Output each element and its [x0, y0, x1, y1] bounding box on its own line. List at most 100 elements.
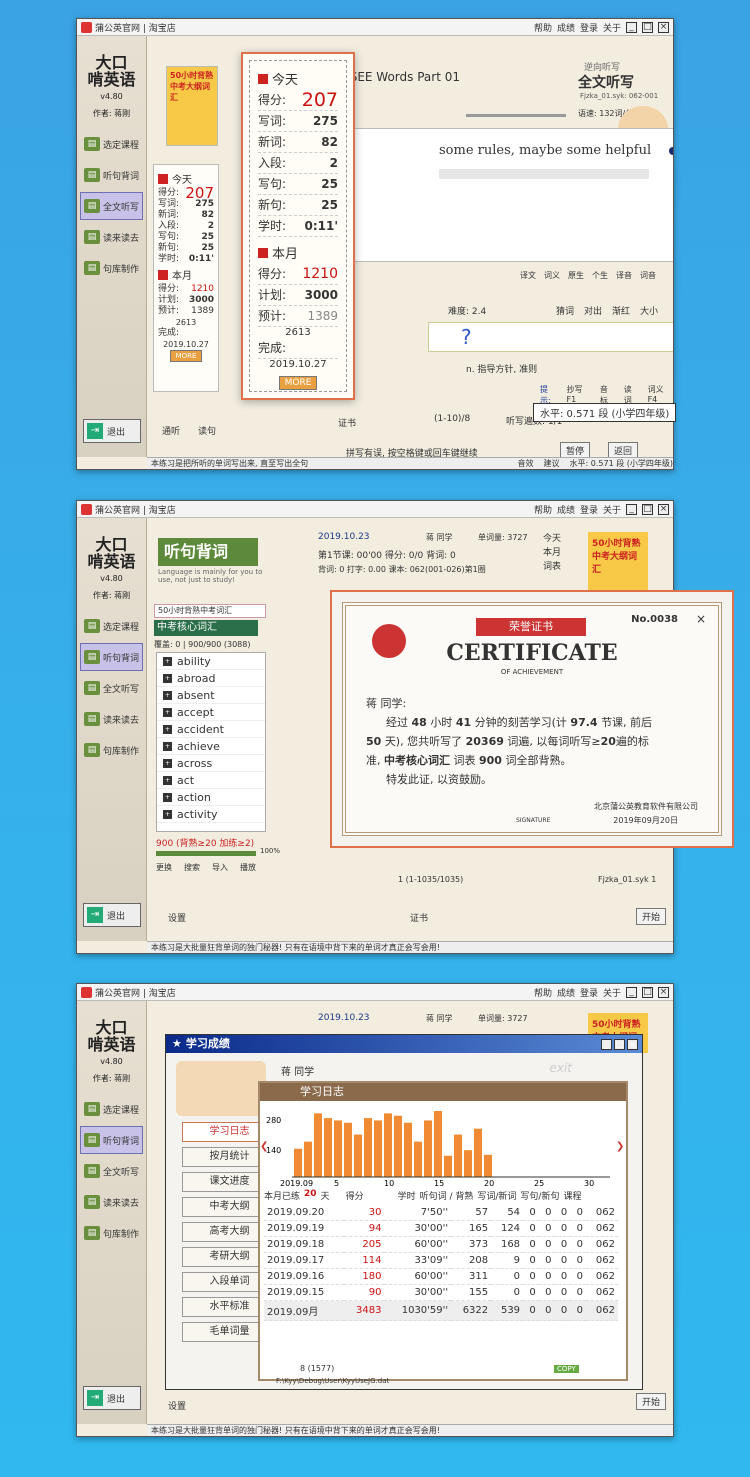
chart-prev-arrow[interactable]: ❮: [260, 1141, 268, 1152]
speed-slider[interactable]: [466, 114, 566, 117]
minimize-button[interactable]: _: [626, 504, 637, 515]
exit-button[interactable]: ⇥ 退出: [83, 419, 141, 443]
copy-button[interactable]: COPY: [554, 1365, 579, 1373]
exit-link[interactable]: exit: [549, 1061, 572, 1075]
tab-vocab[interactable]: 词表: [543, 560, 561, 574]
opt-trans-audio[interactable]: 译音: [616, 270, 632, 281]
list-item[interactable]: + accept: [157, 704, 265, 721]
maximize-button[interactable]: □: [642, 22, 653, 33]
app-title[interactable]: 蒲公英官网 | 淘宝店: [95, 986, 176, 999]
list-item[interactable]: + abroad: [157, 670, 265, 687]
radio-guess[interactable]: 猜词: [556, 304, 574, 317]
nav-read[interactable]: ▤ 读来读去: [80, 705, 143, 733]
play-button[interactable]: 播放: [240, 862, 256, 873]
status-suggest[interactable]: 建议: [544, 458, 560, 469]
status-sound[interactable]: 音效: [518, 458, 534, 469]
menu-login[interactable]: 登录: [580, 503, 598, 516]
menu-score[interactable]: 成绩: [557, 21, 575, 34]
list-item[interactable]: + action: [157, 789, 265, 806]
close-button[interactable]: ×: [658, 987, 669, 998]
nav-sentence-lib[interactable]: ▤ 句库制作: [80, 736, 143, 764]
exit-button[interactable]: ⇥ 退出: [83, 1386, 141, 1410]
list-item[interactable]: + ability: [157, 653, 265, 670]
table-row[interactable]: 2019.09.19 94 30'00'' 165 124 0 0 0 0 062: [264, 1220, 618, 1237]
dictation-area[interactable]: some rules, maybe some helpful: [348, 128, 673, 262]
table-row[interactable]: 2019.09.20 30 7'50'' 57 54 0 0 0 0 062: [264, 1205, 618, 1221]
maximize-button[interactable]: □: [642, 504, 653, 515]
app-title[interactable]: 蒲公英官网 | 淘宝店: [95, 21, 176, 34]
nav-select-course[interactable]: ▤ 选定课程: [80, 1095, 143, 1123]
cert-button[interactable]: 证书: [338, 416, 356, 429]
listen-button[interactable]: 通听: [162, 424, 180, 437]
opt-meaning[interactable]: 词义: [544, 270, 560, 281]
menu-login[interactable]: 登录: [580, 21, 598, 34]
opt-translation[interactable]: 译文: [520, 270, 536, 281]
menu-score[interactable]: 成绩: [557, 986, 575, 999]
answer-input[interactable]: ?: [428, 322, 673, 352]
cert-button[interactable]: 证书: [410, 911, 428, 924]
menu-score[interactable]: 成绩: [557, 503, 575, 516]
nav-select-course[interactable]: ▤ 选定课程: [80, 612, 143, 640]
nav-listen-recite[interactable]: ▤ 听句背词: [80, 643, 143, 671]
tab-today[interactable]: 今天: [543, 532, 561, 546]
change-button[interactable]: 更换: [156, 862, 172, 873]
nav-listen-recite[interactable]: ▤ 听句背词: [80, 161, 143, 189]
close-button[interactable]: ×: [627, 1038, 638, 1050]
start-button[interactable]: 开始: [636, 1393, 667, 1410]
nav-dictation[interactable]: ▤ 全文听写: [80, 1157, 143, 1185]
close-button[interactable]: ×: [658, 22, 669, 33]
book-tab[interactable]: 50小时背熟中考词汇: [154, 604, 266, 618]
more-button[interactable]: MORE: [169, 350, 203, 362]
menu-about[interactable]: 关于: [603, 503, 621, 516]
core-vocab-tab[interactable]: 中考核心词汇: [154, 620, 258, 636]
opt-raw[interactable]: 原生: [568, 270, 584, 281]
book-cover[interactable]: 50小时背熟 中考大纲词汇: [166, 66, 218, 146]
radio-match[interactable]: 对出: [584, 304, 602, 317]
menu-about[interactable]: 关于: [603, 986, 621, 999]
menu-about[interactable]: 关于: [603, 21, 621, 34]
minimize-button[interactable]: _: [626, 987, 637, 998]
settings-button[interactable]: 设置: [168, 911, 186, 924]
list-item[interactable]: + accident: [157, 721, 265, 738]
table-row[interactable]: 2019.09.15 90 30'00'' 155 0 0 0 0 0 062: [264, 1284, 618, 1301]
nav-listen-recite[interactable]: ▤ 听句背词: [80, 1126, 143, 1154]
import-button[interactable]: 导入: [212, 862, 228, 873]
read-button[interactable]: 读句: [198, 424, 216, 437]
nav-select-course[interactable]: ▤ 选定课程: [80, 130, 143, 158]
nav-sentence-lib[interactable]: ▤ 句库制作: [80, 1219, 143, 1247]
list-item[interactable]: + absent: [157, 687, 265, 704]
word-list[interactable]: + ability + abroad + absent + accept + accide…: [156, 652, 266, 832]
minimize-button[interactable]: _: [626, 22, 637, 33]
list-item[interactable]: + across: [157, 755, 265, 772]
app-title[interactable]: 蒲公英官网 | 淘宝店: [95, 503, 176, 516]
list-item[interactable]: + act: [157, 772, 265, 789]
list-item[interactable]: + activity: [157, 806, 265, 823]
search-button[interactable]: 搜索: [184, 862, 200, 873]
maximize-button[interactable]: □: [642, 987, 653, 998]
list-item[interactable]: + achieve: [157, 738, 265, 755]
close-button[interactable]: ×: [658, 504, 669, 515]
nav-read[interactable]: ▤ 读来读去: [80, 1188, 143, 1216]
nav-dictation[interactable]: ▤ 全文听写: [80, 192, 143, 220]
tab-month[interactable]: 本月: [543, 546, 561, 560]
nav-sentence-lib[interactable]: ▤ 句库制作: [80, 254, 143, 282]
table-row[interactable]: 2019.09月 3483 1030'59'' 6322 539 0 0 0 0 062: [264, 1300, 618, 1321]
opt-word-audio[interactable]: 词音: [640, 270, 656, 281]
settings-button[interactable]: 设置: [168, 1399, 186, 1412]
radio-fade[interactable]: 渐红: [612, 304, 630, 317]
table-row[interactable]: 2019.09.17 114 33'09'' 208 9 0 0 0 0 062: [264, 1252, 618, 1269]
menu-help[interactable]: 帮助: [534, 986, 552, 999]
table-row[interactable]: 2019.09.18 205 60'00'' 373 168 0 0 0 0 062: [264, 1236, 618, 1253]
table-row[interactable]: 2019.09.16 180 60'00'' 311 0 0 0 0 0 062: [264, 1268, 618, 1285]
close-icon[interactable]: ×: [696, 612, 706, 626]
maximize-button[interactable]: □: [614, 1038, 625, 1050]
minimize-button[interactable]: _: [601, 1038, 612, 1050]
start-button[interactable]: 开始: [636, 908, 667, 925]
nav-read[interactable]: ▤ 读来读去: [80, 223, 143, 251]
menu-help[interactable]: 帮助: [534, 503, 552, 516]
exit-button[interactable]: ⇥ 退出: [83, 903, 141, 927]
menu-login[interactable]: 登录: [580, 986, 598, 999]
popup-more-button[interactable]: MORE: [278, 376, 318, 390]
nav-dictation[interactable]: ▤ 全文听写: [80, 674, 143, 702]
opt-individual[interactable]: 个生: [592, 270, 608, 281]
